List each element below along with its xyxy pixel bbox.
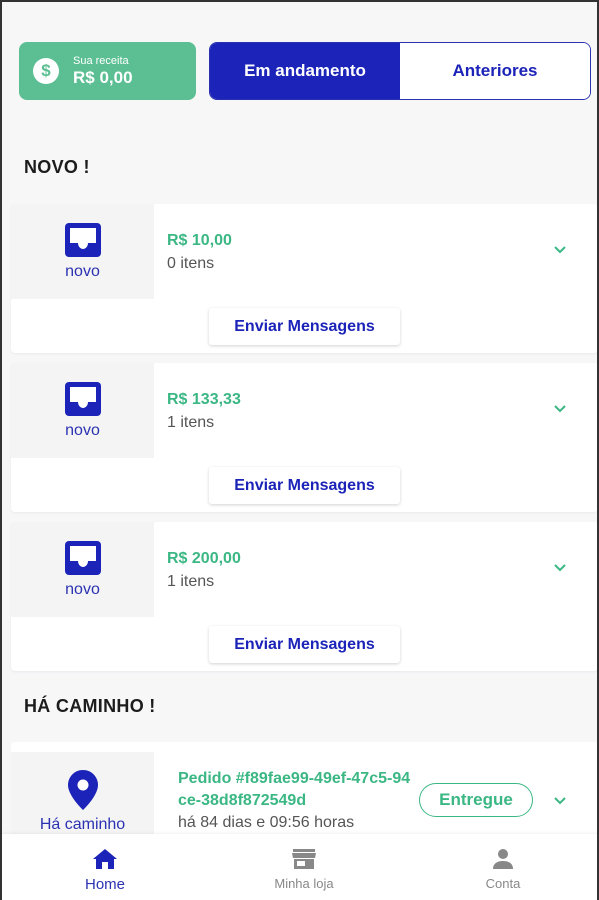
- status-label: Há caminho: [39, 816, 126, 833]
- order-items: 0 itens: [167, 255, 215, 272]
- order-card[interactable]: novo R$ 10,00 0 itens Enviar Mensagens: [11, 204, 597, 353]
- order-tabs: Em andamento Anteriores: [209, 42, 591, 100]
- send-messages-button[interactable]: Enviar Mensagens: [209, 626, 400, 663]
- nav-conta[interactable]: Conta: [443, 848, 563, 891]
- top-bar: $ Sua receita R$ 0,00 Em andamento Anter…: [19, 42, 591, 100]
- status-label: novo: [65, 421, 100, 439]
- revenue-value: R$ 0,00: [73, 68, 133, 87]
- status-box: novo: [11, 204, 154, 299]
- nav-minha-loja[interactable]: Minha loja: [244, 848, 364, 891]
- tab-anteriores[interactable]: Anteriores: [400, 43, 590, 99]
- nav-label-conta: Conta: [485, 876, 521, 891]
- status-label: novo: [65, 262, 100, 280]
- status-box: novo: [11, 363, 154, 458]
- status-box: novo: [11, 522, 154, 617]
- inbox-icon: [64, 222, 101, 257]
- revenue-label: Sua receita: [73, 55, 129, 67]
- nav-label-minha-loja: Minha loja: [274, 876, 334, 891]
- person-icon: [493, 849, 513, 869]
- app-frame: $ Sua receita R$ 0,00 Em andamento Anter…: [0, 0, 599, 900]
- section-title-new: NOVO !: [24, 157, 90, 177]
- chevron-down-icon[interactable]: [552, 401, 568, 417]
- send-messages-button[interactable]: Enviar Mensagens: [209, 308, 400, 345]
- order-price: R$ 133,33: [167, 391, 241, 408]
- status-label: novo: [65, 580, 100, 598]
- bottom-nav: Home Minha loja Conta: [2, 834, 597, 900]
- order-items: 1 itens: [167, 414, 215, 431]
- send-messages-button[interactable]: Enviar Mensagens: [209, 467, 400, 504]
- order-elapsed-time: há 84 dias e 09:56 horas: [178, 814, 355, 831]
- inbox-icon: [64, 381, 101, 416]
- tab-em-andamento[interactable]: Em andamento: [210, 43, 400, 99]
- order-price: R$ 10,00: [167, 232, 232, 249]
- home-icon: [93, 849, 117, 869]
- chevron-down-icon[interactable]: [552, 242, 568, 258]
- store-icon: [292, 849, 316, 869]
- order-id: Pedido #f89fae99-49ef-47c5-94ce-38d8f872…: [178, 770, 411, 809]
- order-items: 1 itens: [167, 573, 215, 590]
- chevron-down-icon[interactable]: [552, 793, 568, 809]
- nav-label-home: Home: [84, 876, 125, 893]
- chevron-down-icon[interactable]: [552, 560, 568, 576]
- nav-home[interactable]: Home: [45, 848, 165, 893]
- delivered-button[interactable]: Entregue: [419, 783, 533, 817]
- location-pin-icon: [67, 770, 98, 810]
- order-card[interactable]: novo R$ 133,33 1 itens Enviar Mensagens: [11, 363, 597, 512]
- order-card[interactable]: novo R$ 200,00 1 itens Enviar Mensagens: [11, 522, 597, 671]
- section-title-on-way: HÁ CAMINHO !: [24, 696, 156, 716]
- inbox-icon: [64, 540, 101, 575]
- revenue-card: $ Sua receita R$ 0,00: [19, 42, 196, 100]
- order-price: R$ 200,00: [167, 550, 241, 567]
- dollar-icon: $: [33, 58, 59, 84]
